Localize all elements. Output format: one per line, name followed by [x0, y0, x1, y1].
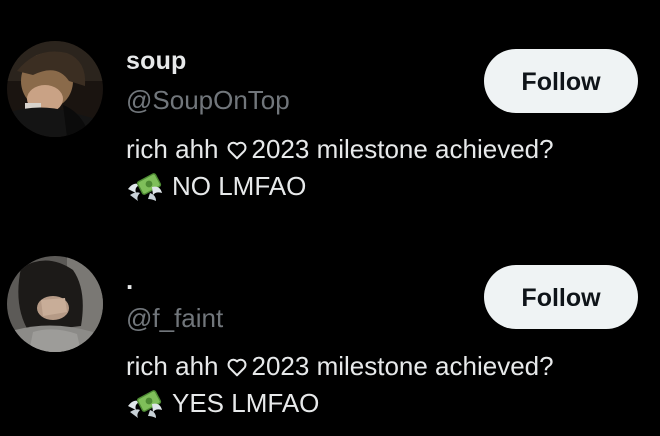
bio-line: NO LMFAO — [126, 168, 554, 205]
bio-line: YES LMFAO — [126, 385, 554, 422]
bio-line: rich ahh 2023 milestone achieved? — [126, 348, 554, 385]
follow-button[interactable]: Follow — [484, 265, 638, 329]
avatar-photo — [7, 256, 103, 352]
avatar[interactable] — [7, 256, 103, 352]
bio-text: YES LMFAO — [172, 388, 320, 418]
bio-line: rich ahh 2023 milestone achieved? — [126, 131, 554, 168]
user-bio: rich ahh 2023 milestone achieved? NO LMF… — [126, 131, 554, 205]
bio-text: 2023 milestone achieved? — [251, 351, 554, 381]
user-cell[interactable]: . @f_faint Follow rich ahh 2023 mileston… — [0, 218, 660, 436]
user-cell[interactable]: soup @SoupOnTop Follow rich ahh 2023 mil… — [0, 0, 660, 218]
money-with-wings-icon — [128, 172, 162, 201]
bio-text: 2023 milestone achieved? — [251, 134, 554, 164]
user-bio: rich ahh 2023 milestone achieved? YES LM… — [126, 348, 554, 422]
white-heart-icon — [227, 141, 246, 159]
avatar[interactable] — [7, 41, 103, 137]
follow-button[interactable]: Follow — [484, 49, 638, 113]
bio-text: rich ahh — [126, 134, 219, 164]
display-name[interactable]: soup — [126, 47, 187, 76]
avatar-photo — [7, 41, 103, 137]
user-handle[interactable]: @SoupOnTop — [126, 85, 290, 116]
bio-text: NO LMFAO — [172, 171, 307, 201]
money-with-wings-icon — [128, 389, 162, 418]
display-name[interactable]: . — [126, 265, 133, 296]
bio-text: rich ahh — [126, 351, 219, 381]
white-heart-icon — [227, 358, 246, 376]
user-handle[interactable]: @f_faint — [126, 303, 223, 334]
